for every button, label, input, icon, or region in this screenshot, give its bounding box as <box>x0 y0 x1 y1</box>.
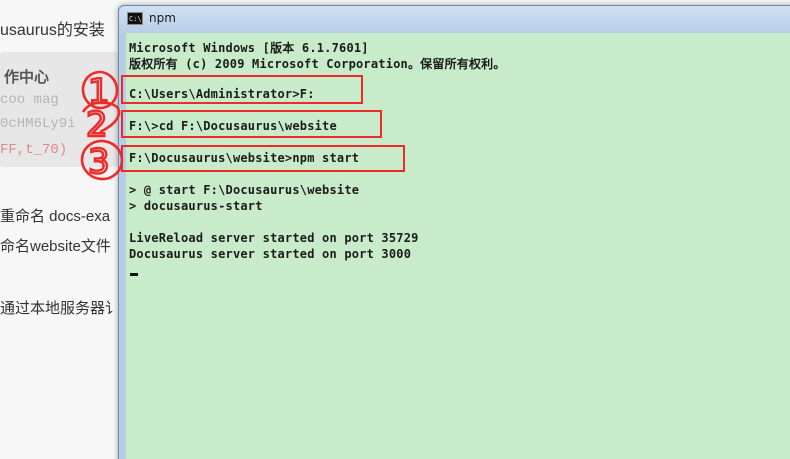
console-window[interactable]: C:\ npm Microsoft Windows [版本 6.1.7601] … <box>118 5 790 459</box>
blurred-text: coo mag <box>0 92 59 108</box>
background-article: usaurus的安装 作中心 coo mag 0cHM6Ly9i FF,t_70… <box>0 0 130 459</box>
article-text-line: 命名website文件 <box>0 238 111 255</box>
text-cursor <box>130 273 138 276</box>
console-line: LiveReload server started on port 35729 <box>129 231 419 245</box>
console-line: Docusaurus server started on port 3000 <box>129 247 412 261</box>
console-line: Microsoft Windows [版本 6.1.7601] <box>129 41 369 55</box>
article-heading: usaurus的安装 <box>0 22 105 39</box>
window-titlebar[interactable]: C:\ npm <box>119 6 790 32</box>
console-line: 版权所有 (c) 2009 Microsoft Corporation。保留所有… <box>129 57 506 71</box>
annotation-box-3 <box>121 145 405 172</box>
blurred-text: FF,t_70) <box>0 142 68 158</box>
cmd-icon[interactable]: C:\ <box>127 12 143 25</box>
article-text-line: 重命名 docs-exa <box>0 208 111 225</box>
console-line: > @ start F:\Docusaurus\website <box>129 183 360 197</box>
window-title: npm <box>149 11 176 25</box>
article-text-line: 通过本地服务器讠 <box>0 300 121 317</box>
panel-title[interactable]: 作中心 <box>4 66 49 87</box>
annotation-box-1 <box>121 75 363 104</box>
blurred-text: 0cHM6Ly9i <box>0 116 76 132</box>
annotation-box-2 <box>121 110 382 138</box>
console-line: > docusaurus-start <box>129 199 263 213</box>
screenshot: usaurus的安装 作中心 coo mag 0cHM6Ly9i FF,t_70… <box>0 0 790 459</box>
